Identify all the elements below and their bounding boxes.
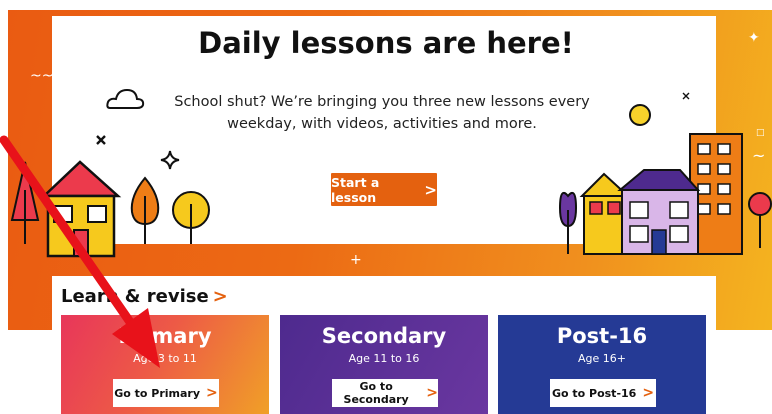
annotation-arrow bbox=[0, 135, 160, 368]
